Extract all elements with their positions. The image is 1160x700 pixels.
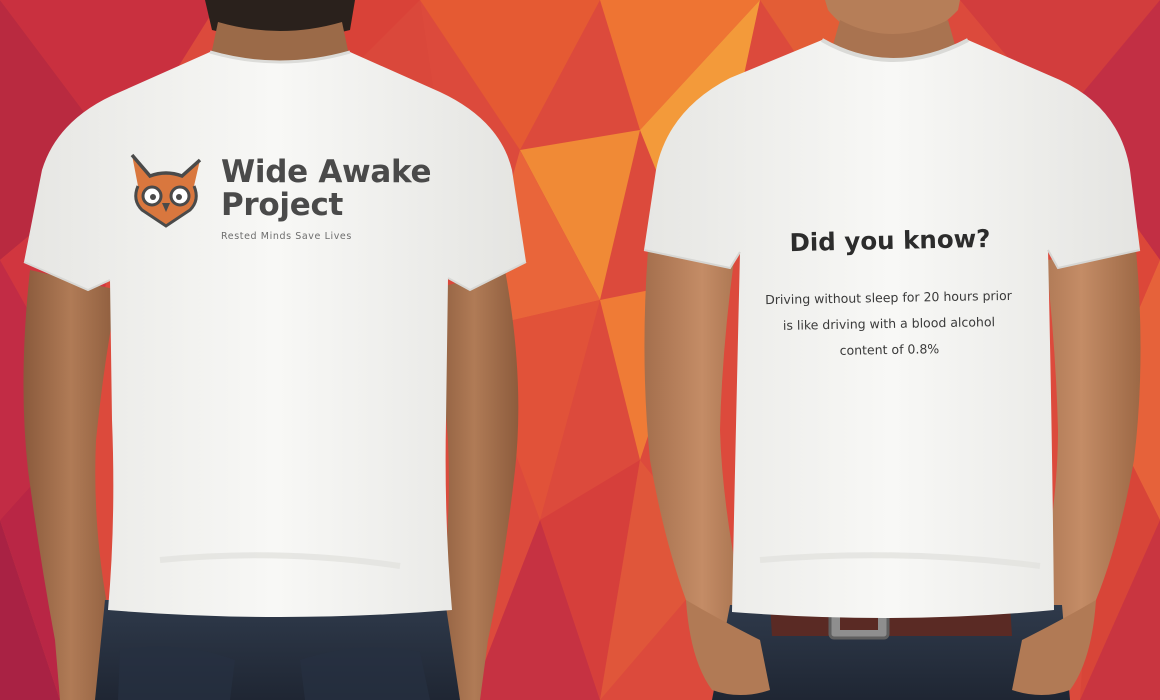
mockup-illustration: [0, 0, 1160, 700]
back-view-model: [23, 0, 527, 700]
tshirt-mockup-scene: Wide Awake Project Rested Minds Save Liv…: [0, 0, 1160, 700]
front-view-model: [643, 0, 1141, 700]
